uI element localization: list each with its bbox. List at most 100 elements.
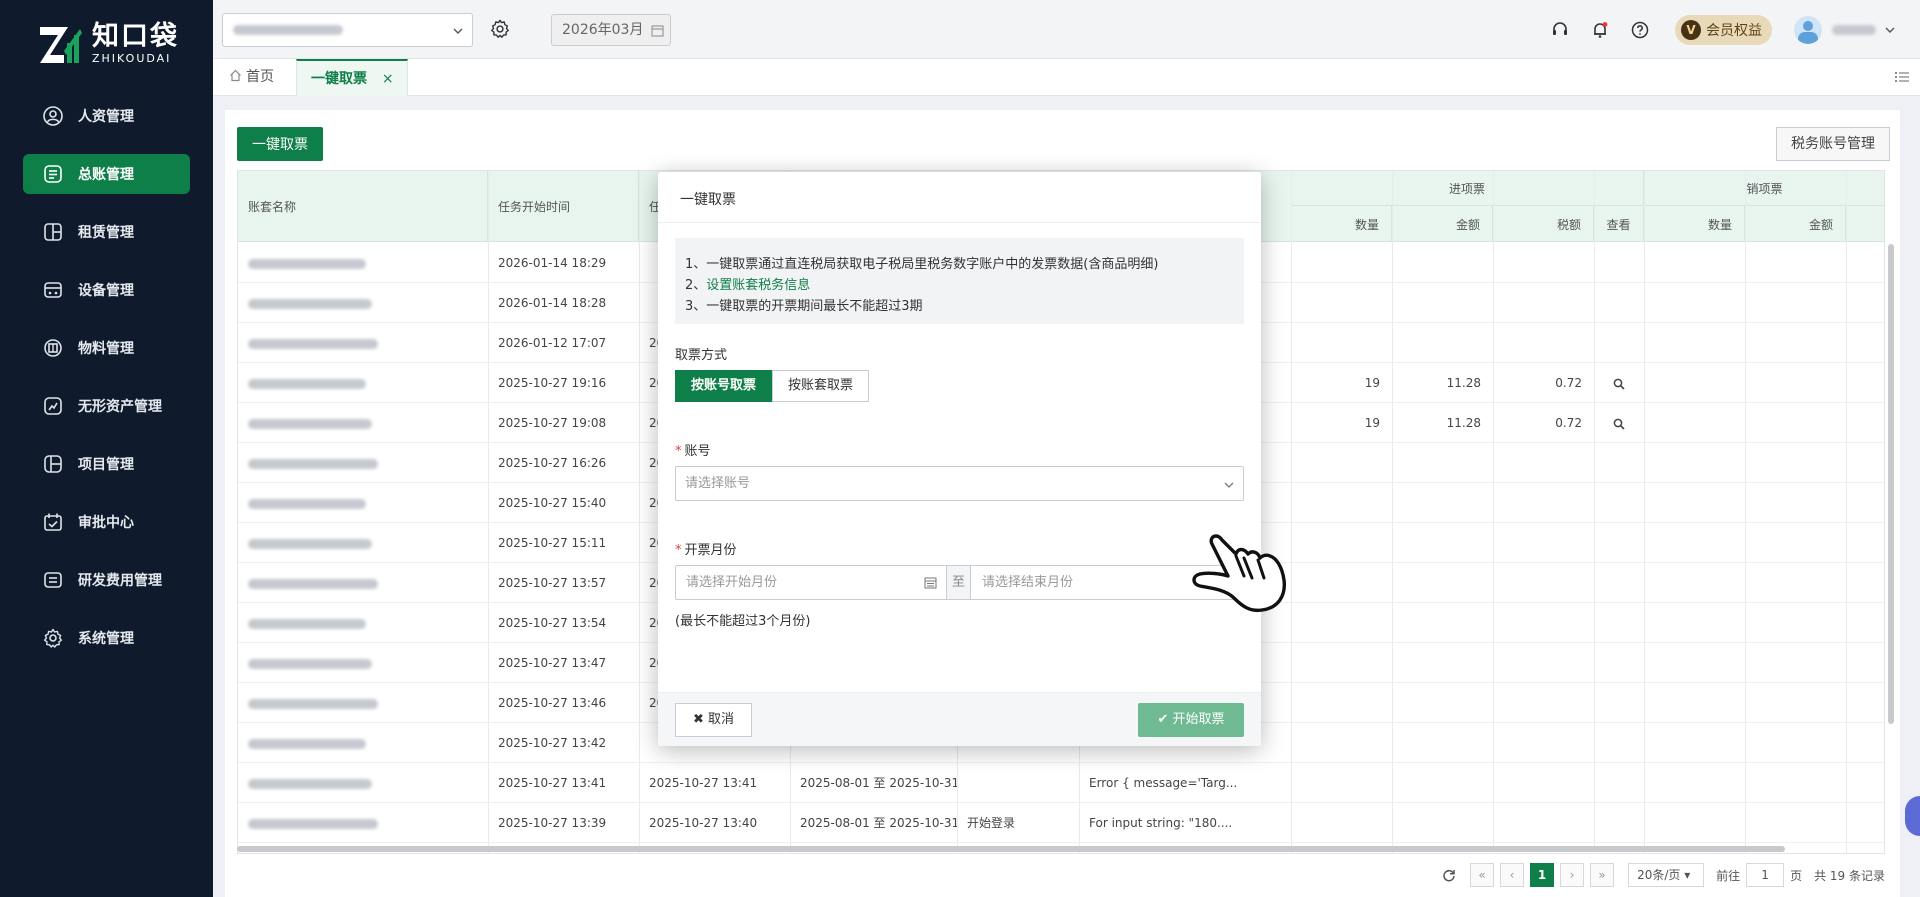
- refresh-icon[interactable]: [1442, 868, 1456, 882]
- cell-period: 2025-08-01 至 2025-10-31: [800, 776, 957, 790]
- cell-amt: [1392, 523, 1493, 563]
- project-icon: [42, 453, 64, 475]
- cell-start: 2025-10-27 13:42: [498, 736, 607, 750]
- sidebar-item-rd-expense[interactable]: 研发费用管理: [23, 560, 190, 600]
- start-month-input[interactable]: 请选择开始月份: [686, 566, 777, 599]
- cell-start: 2025-10-27 13:46: [498, 696, 607, 710]
- cell-msg: For input string: "180....: [1089, 816, 1233, 830]
- output-cell: [1745, 243, 1846, 283]
- tab-close-icon[interactable]: ×: [382, 71, 394, 87]
- output-cell: [1745, 763, 1846, 803]
- table-row[interactable]: 2025-10-27 13:41 2025-10-27 13:41 2025-08-…: [238, 763, 1884, 803]
- sidebar-item-approval[interactable]: 审批中心: [23, 502, 190, 542]
- view-cell: [1594, 443, 1644, 483]
- brand-name-en: ZHIKOUDAI: [92, 52, 172, 65]
- cancel-button[interactable]: ✖ 取消: [675, 703, 752, 737]
- dialog-title: 一键取票: [680, 192, 736, 208]
- cell-qty: [1291, 483, 1392, 523]
- tab-list-icon[interactable]: [1894, 69, 1910, 85]
- search-icon[interactable]: [1613, 418, 1625, 430]
- output-cell: [1745, 523, 1846, 563]
- total-records: 共 19 条记录: [1814, 868, 1885, 883]
- settings-gear-icon[interactable]: [489, 18, 511, 40]
- material-icon: [42, 337, 64, 359]
- calendar-icon: [651, 25, 664, 37]
- end-month-input[interactable]: 请选择结束月份: [982, 566, 1073, 599]
- help-icon[interactable]: [1631, 21, 1649, 39]
- by-account-option[interactable]: 按账号取票: [675, 370, 773, 402]
- chevron-down-icon: [453, 28, 463, 34]
- cell-amt: [1392, 723, 1493, 763]
- col-account: 账套名称: [238, 171, 488, 242]
- sidebar-item-device[interactable]: 设备管理: [23, 270, 190, 310]
- cell-period: 2025-08-01 至 2025-10-31: [800, 816, 957, 830]
- cell-tax: [1493, 283, 1594, 323]
- avatar[interactable]: [1794, 15, 1822, 44]
- chat-bubble-button[interactable]: [1905, 796, 1920, 836]
- view-cell: [1594, 323, 1644, 363]
- company-select[interactable]: [222, 13, 473, 47]
- account-name-redacted: [238, 683, 488, 723]
- view-cell: [1594, 563, 1644, 603]
- cell-tax: [1493, 243, 1594, 283]
- last-page-button[interactable]: »: [1590, 863, 1615, 887]
- vip-benefits-button[interactable]: V 会员权益: [1675, 14, 1772, 45]
- view-cell: [1594, 283, 1644, 323]
- page-size-select[interactable]: 20条/页 ▾: [1628, 863, 1705, 887]
- sidebar-item-lease[interactable]: 租赁管理: [23, 212, 190, 252]
- cell-amt: [1392, 243, 1493, 283]
- sidebar-item-project[interactable]: 项目管理: [23, 444, 190, 484]
- notification-bell-icon[interactable]: [1591, 21, 1609, 39]
- cell-start: 2025-10-27 13:47: [498, 656, 607, 670]
- fetch-method-label: 取票方式: [675, 348, 728, 363]
- current-page[interactable]: 1: [1530, 863, 1555, 887]
- goto-page-input[interactable]: 1: [1746, 863, 1785, 887]
- by-ledger-option[interactable]: 按账套取票: [772, 370, 870, 402]
- tax-account-manage-button[interactable]: 税务账号管理: [1776, 127, 1890, 161]
- sidebar-item-intangible-asset[interactable]: 无形资产管理: [23, 386, 190, 426]
- output-cell: [1745, 403, 1846, 443]
- tab-one-click-fetch[interactable]: 一键取票 ×: [296, 59, 408, 96]
- tab-home[interactable]: 首页: [229, 59, 274, 96]
- output-cell: [1745, 363, 1846, 403]
- sidebar-item-ledger[interactable]: 总账管理: [23, 154, 190, 194]
- calendar-icon[interactable]: [924, 576, 937, 589]
- prev-page-button[interactable]: ‹: [1500, 863, 1525, 887]
- output-cell: [1644, 443, 1745, 483]
- sidebar-item-material[interactable]: 物料管理: [23, 328, 190, 368]
- account-name-redacted: [238, 643, 488, 683]
- next-page-button[interactable]: ›: [1560, 863, 1585, 887]
- table-row[interactable]: 2025-10-27 13:39 2025-10-27 13:40 2025-08-…: [238, 803, 1884, 843]
- sidebar: 知口袋 ZHIKOUDAI 人资管理总账管理租赁管理设备管理物料管理无形资产管理…: [0, 0, 213, 897]
- one-click-fetch-button[interactable]: 一键取票: [237, 127, 323, 161]
- sidebar-item-label: 设备管理: [78, 283, 134, 299]
- cell-qty: [1291, 563, 1392, 603]
- output-cell: [1745, 683, 1846, 723]
- required-mark: *: [675, 444, 682, 459]
- set-tax-info-link[interactable]: 设置账套税务信息: [706, 278, 810, 293]
- sidebar-item-label: 项目管理: [78, 457, 134, 473]
- account-name-redacted: [238, 243, 488, 283]
- chevron-down-icon[interactable]: [1884, 24, 1896, 36]
- account-select[interactable]: 请选择账号: [675, 466, 1244, 501]
- horizontal-scrollbar[interactable]: [237, 846, 1785, 852]
- first-page-button[interactable]: «: [1470, 863, 1495, 887]
- start-fetch-button[interactable]: ✔ 开始取票: [1138, 703, 1244, 737]
- sidebar-item-person[interactable]: 人资管理: [23, 96, 190, 136]
- account-name-redacted: [238, 603, 488, 643]
- period-picker[interactable]: 2026年03月: [551, 14, 671, 46]
- period-value: 2026年03月: [562, 22, 644, 38]
- vertical-scrollbar[interactable]: [1888, 244, 1894, 724]
- close-icon: ✖: [693, 712, 704, 727]
- headset-icon[interactable]: [1551, 21, 1569, 39]
- cell-qty: 19: [1364, 416, 1380, 430]
- approval-icon: [42, 511, 64, 533]
- brand-name: 知口袋: [92, 21, 179, 52]
- pagination: « ‹ 1 › » 20条/页 ▾ 前往 1 页 共 19 条记录: [237, 855, 1885, 895]
- pointing-hand-icon: [1192, 534, 1286, 613]
- info-line-1: 1、一键取票通过直连税局获取电子税局里税务数字账户中的发票数据(含商品明细): [685, 257, 1159, 272]
- cell-amt: [1392, 763, 1493, 803]
- sidebar-item-gear[interactable]: 系统管理: [23, 618, 190, 658]
- search-icon[interactable]: [1613, 378, 1625, 390]
- view-cell: [1594, 243, 1644, 283]
